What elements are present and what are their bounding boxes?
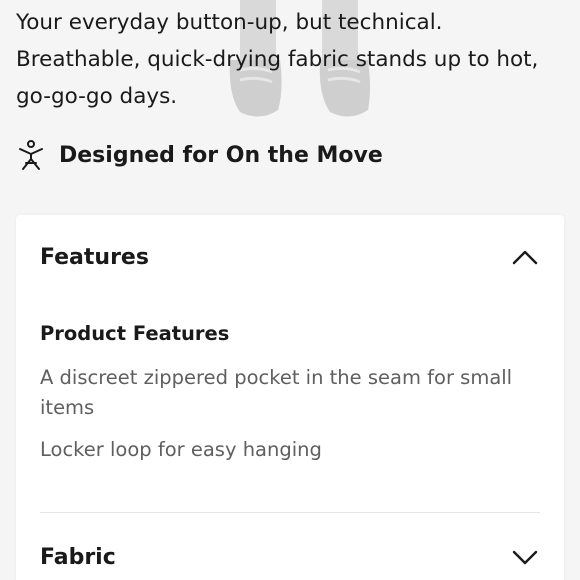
feature-list: A discreet zippered pocket in the seam f… (40, 363, 520, 477)
product-description: Your everyday button-up, but technical. … (16, 10, 539, 109)
fabric-title: Fabric (40, 544, 116, 570)
activity-label: Designed for On the Move (59, 142, 383, 168)
activity-tag: Designed for On the Move (16, 135, 383, 175)
list-item: Locker loop for easy hanging (40, 438, 322, 461)
divider (40, 512, 540, 513)
chevron-down-icon[interactable] (510, 542, 540, 572)
person-stretch-icon (16, 138, 46, 172)
features-title: Features (40, 244, 149, 270)
features-accordion-header[interactable]: Features (40, 237, 540, 277)
product-details-page: Your everyday button-up, but technical. … (0, 0, 580, 580)
list-item: A discreet zippered pocket in the seam f… (40, 366, 513, 419)
product-features-heading: Product Features (40, 322, 230, 345)
chevron-up-icon[interactable] (510, 242, 540, 272)
fabric-accordion-header[interactable]: Fabric (40, 537, 540, 577)
details-accordion: Features Product Features A discreet zip… (16, 215, 564, 580)
